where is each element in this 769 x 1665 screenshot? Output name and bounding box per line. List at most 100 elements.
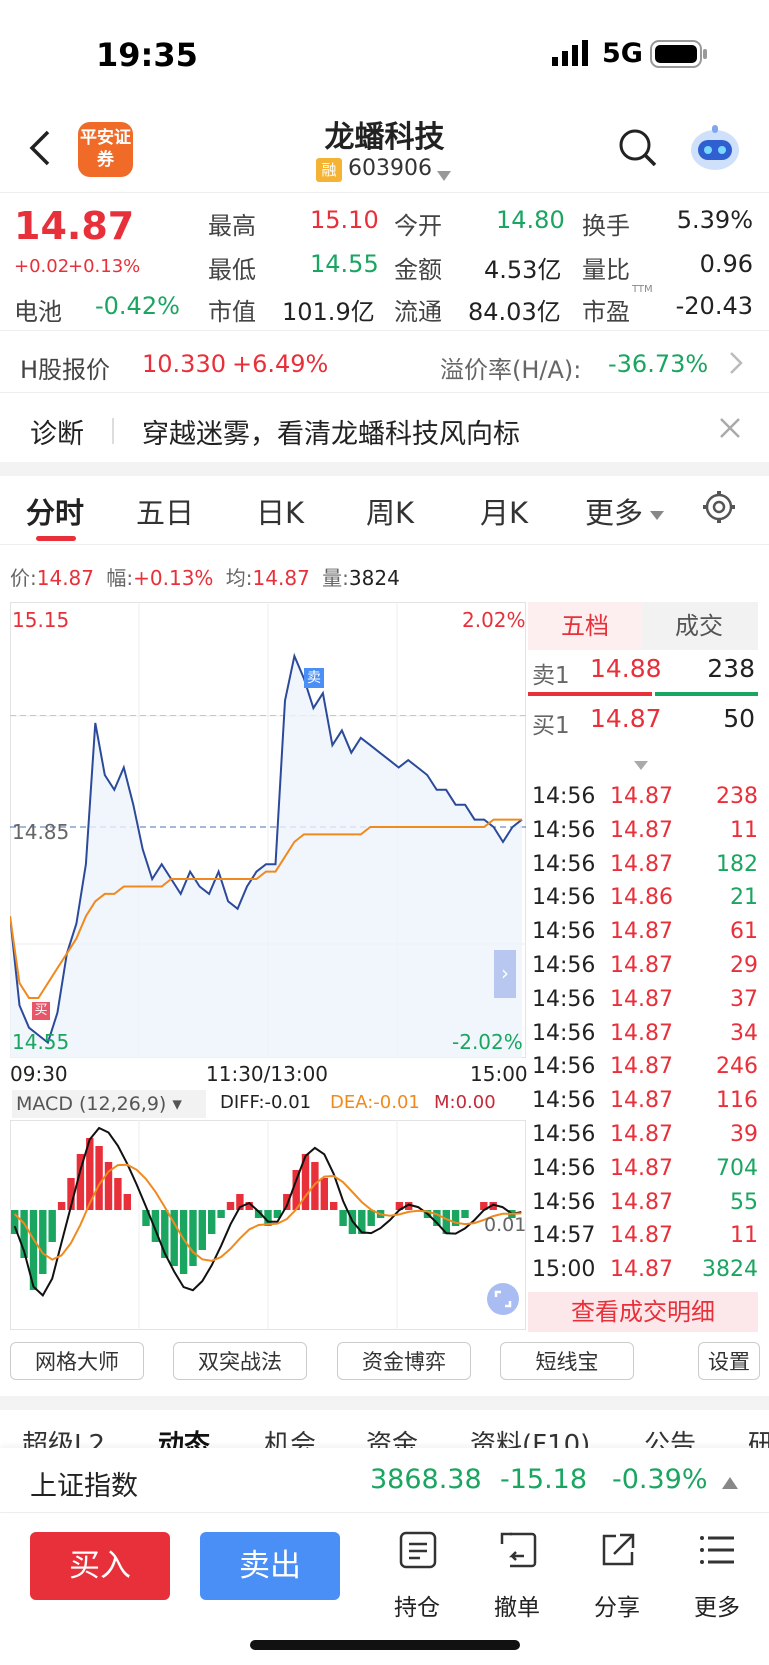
tick-price: 14.87	[610, 1155, 673, 1181]
macd-histogram-bar	[208, 1210, 216, 1234]
tool-settings[interactable]: 设置	[698, 1342, 760, 1380]
tab-daily-k[interactable]: 日K	[256, 490, 304, 532]
collapse-caret-icon[interactable]	[634, 756, 648, 775]
high-value: 15.10	[310, 206, 379, 234]
bid-ask-bar-green	[655, 692, 758, 696]
tab-order-book-label: 五档	[561, 612, 609, 640]
chart-bottom-price: 14.55	[12, 1030, 70, 1054]
holdings-label[interactable]: 持仓	[394, 1588, 440, 1622]
tick-volume: 39	[730, 1122, 758, 1147]
more-label[interactable]: 更多	[694, 1588, 740, 1622]
tab-trades[interactable]: 成交	[642, 602, 756, 650]
tick-time: 14:56	[532, 1020, 596, 1046]
tick-volume: 182	[716, 851, 758, 877]
share-label[interactable]: 分享	[594, 1588, 640, 1622]
tab-intraday[interactable]: 分时	[26, 490, 84, 532]
tick-time: 14:56	[532, 919, 596, 945]
buy-button[interactable]: 买入	[30, 1532, 170, 1600]
tab-more[interactable]: 更多	[585, 490, 643, 532]
sell-marker: 卖	[304, 668, 324, 688]
diagnosis-text[interactable]: 穿越迷雾，看清龙蟠科技风向标	[142, 412, 520, 451]
tick-price: 14.87	[610, 1054, 673, 1080]
tick-volume: 37	[730, 986, 758, 1012]
battery-icon	[650, 40, 708, 72]
buy-button-label: 买入	[69, 1548, 131, 1584]
field-label: 今开	[394, 212, 442, 240]
sub-tab[interactable]: 研	[748, 1424, 769, 1448]
amount-value: 4.53亿	[484, 256, 562, 284]
macd-histogram-bar	[57, 1202, 66, 1210]
sub-tab[interactable]: 动态	[158, 1424, 210, 1448]
tick-price: 14.87	[610, 1223, 673, 1249]
index-value: 3868.38	[370, 1464, 482, 1495]
sell-button-label: 卖出	[239, 1548, 301, 1584]
share-icon[interactable]	[598, 1530, 638, 1574]
signal-icon	[552, 40, 592, 66]
tick-row: 14:56 14.87 246	[532, 1054, 758, 1088]
price-change-pct: +0.13%	[68, 256, 141, 277]
close-icon[interactable]	[718, 416, 742, 444]
sector-label[interactable]: 电池	[14, 292, 62, 327]
tick-price: 14.87	[610, 1122, 673, 1147]
sub-tab[interactable]: 资金	[366, 1424, 418, 1448]
market-cap-value: 101.9亿	[282, 298, 375, 326]
tick-volume: 3824	[702, 1257, 758, 1283]
fullscreen-icon[interactable]	[486, 1282, 520, 1320]
tab-weekly-k[interactable]: 周K	[366, 490, 414, 532]
sub-tab[interactable]: 超级L2	[22, 1424, 105, 1448]
trade-detail-button[interactable]: 查看成交明细	[528, 1292, 758, 1332]
macd-zero-label: 0.01	[484, 1214, 527, 1236]
caret-up-icon[interactable]	[722, 1474, 738, 1493]
h-share-change: +6.49%	[232, 350, 329, 378]
info-line: 价:14.87 幅:+0.13% 均:14.87 量:3824	[10, 562, 400, 591]
macd-histogram-bar	[48, 1210, 56, 1242]
tick-volume: 29	[730, 953, 758, 978]
h-share-label[interactable]: H股报价	[20, 350, 110, 385]
sell-button[interactable]: 卖出	[200, 1532, 340, 1600]
status-time: 19:35	[96, 36, 198, 74]
sub-tab[interactable]: 公告	[644, 1424, 696, 1448]
chevron-right-icon[interactable]	[728, 350, 744, 380]
sub-tab[interactable]: 机会	[264, 1424, 316, 1448]
search-icon[interactable]	[618, 128, 658, 172]
macd-histogram-bar	[367, 1210, 375, 1226]
buy-marker: 买	[32, 1002, 50, 1020]
bid1-price: 14.87	[590, 704, 662, 733]
gear-icon[interactable]	[702, 490, 736, 528]
macd-histogram-bar	[123, 1194, 131, 1210]
macd-diff: DIFF:-0.01	[220, 1092, 312, 1113]
tick-time: 15:00	[532, 1257, 596, 1283]
tab-monthly-k[interactable]: 月K	[480, 490, 528, 532]
tick-volume: 238	[716, 784, 758, 809]
tool-short-line[interactable]: 短线宝	[500, 1342, 634, 1380]
chart-mid-price: 14.85	[12, 820, 70, 844]
more-menu-icon[interactable]	[698, 1530, 738, 1574]
stock-code[interactable]: 603906	[348, 156, 432, 181]
info-range-label: 幅:	[106, 566, 134, 590]
tool-grid-master[interactable]: 网格大师	[10, 1342, 144, 1380]
sub-tab[interactable]: 资料(F10)	[470, 1424, 590, 1448]
tool-double-breakout[interactable]: 双突战法	[173, 1342, 307, 1380]
robot-assistant-icon[interactable]	[688, 122, 742, 176]
tick-volume: 61	[730, 919, 758, 945]
intraday-chart[interactable]	[10, 602, 526, 1058]
tick-row: 14:56 14.87 34	[532, 1021, 758, 1055]
tool-capital-game[interactable]: 资金博弈	[337, 1342, 471, 1380]
x-label-mid: 11:30/13:00	[206, 1062, 329, 1086]
tick-price: 14.87	[610, 953, 673, 978]
holdings-icon[interactable]	[398, 1530, 438, 1574]
ask1-label: 卖1	[532, 663, 570, 689]
info-avg: 14.87	[252, 566, 310, 590]
cancel-order-label[interactable]: 撤单	[494, 1588, 540, 1622]
tab-order-book[interactable]: 五档	[528, 602, 642, 650]
chart-top-pct: 2.02%	[462, 608, 526, 632]
expand-panel-button[interactable]: ›	[494, 950, 516, 998]
macd-selector[interactable]: MACD (12,26,9) ▾	[12, 1090, 206, 1118]
tick-volume: 246	[716, 1054, 758, 1080]
cancel-order-icon[interactable]	[498, 1530, 538, 1574]
home-indicator	[250, 1640, 520, 1650]
tick-price: 14.87	[610, 919, 673, 945]
chevron-down-icon[interactable]	[437, 166, 451, 185]
tick-time: 14:56	[532, 885, 596, 911]
tab-five-day[interactable]: 五日	[136, 490, 194, 532]
